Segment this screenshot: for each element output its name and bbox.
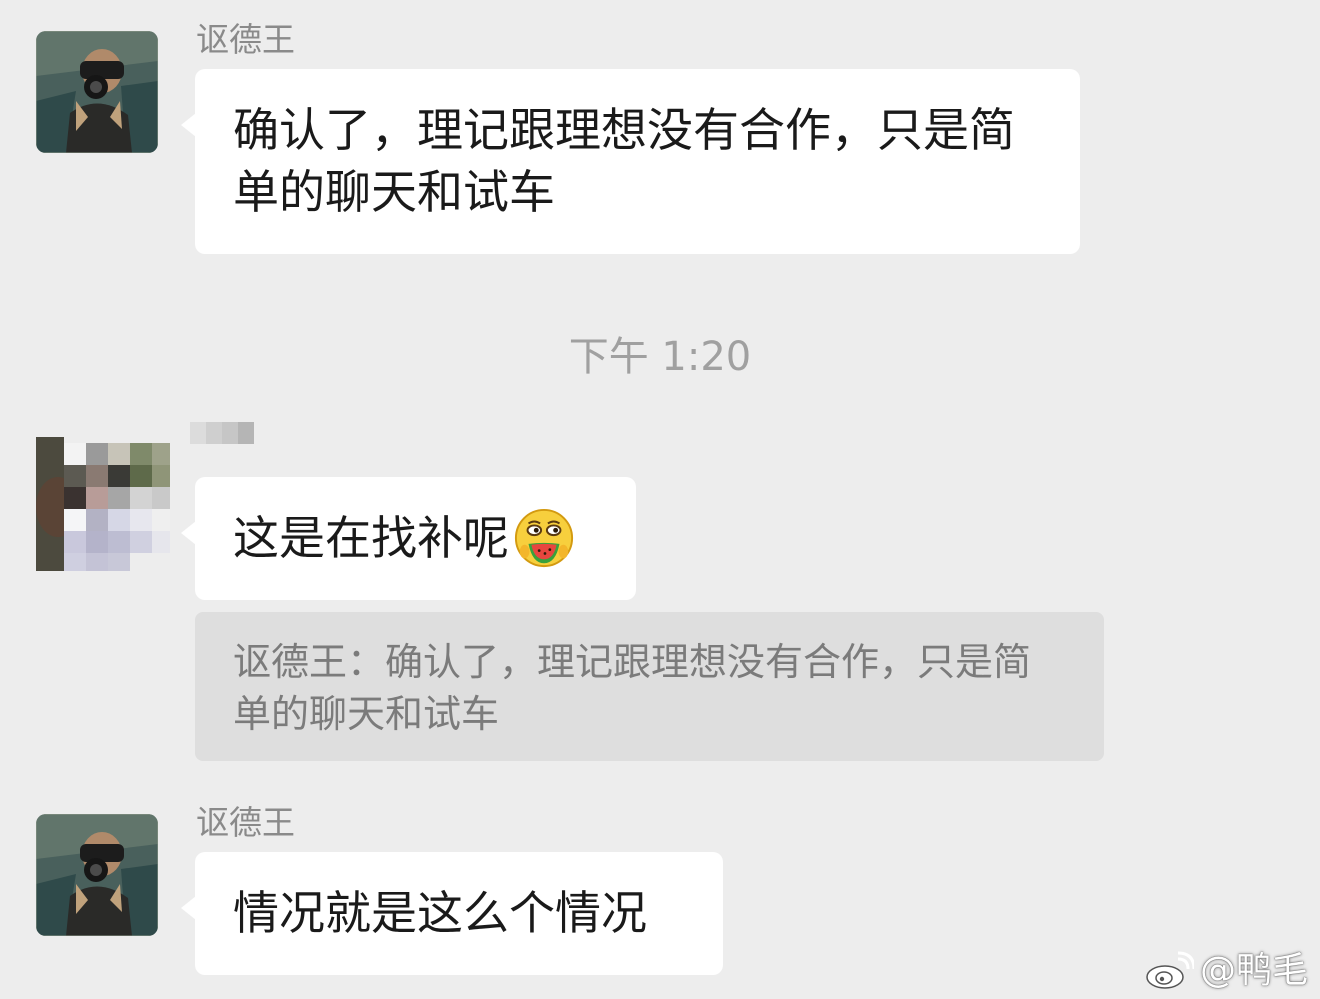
message-bubble[interactable]: 这是在找补呢 xyxy=(181,477,636,600)
message-text: 这是在找补呢 xyxy=(233,511,509,565)
quoted-message[interactable]: 讴德王：确认了，理记跟理想没有合作，只是简单的聊天和试车 xyxy=(195,612,1104,761)
message-timestamp: 下午 1:20 xyxy=(568,334,752,380)
watermark-text: @鸭毛 xyxy=(1199,950,1308,991)
message-bubble[interactable]: 确认了，理记跟理想没有合作，只是简单的聊天和试车 xyxy=(181,69,1080,254)
sender-avatar[interactable] xyxy=(36,814,158,936)
sender-avatar[interactable] xyxy=(36,31,158,153)
watermelon-grin-emoji xyxy=(514,508,574,567)
weibo-icon xyxy=(1146,951,1194,989)
sender-avatar-pixelated[interactable] xyxy=(36,437,170,571)
sender-name: 讴德王 xyxy=(196,803,295,842)
watermark: @鸭毛 xyxy=(1144,948,1308,994)
quoted-message-text: 讴德王：确认了，理记跟理想没有合作，只是简单的聊天和试车 xyxy=(233,640,1032,736)
message-text: 确认了，理记跟理想没有合作，只是简单的聊天和试车 xyxy=(233,103,1015,219)
message-bubble[interactable]: 情况就是这么个情况 xyxy=(181,852,723,975)
sender-name: 讴德王 xyxy=(196,20,295,59)
message-text: 情况就是这么个情况 xyxy=(233,886,647,940)
sender-name-redacted xyxy=(190,422,254,444)
